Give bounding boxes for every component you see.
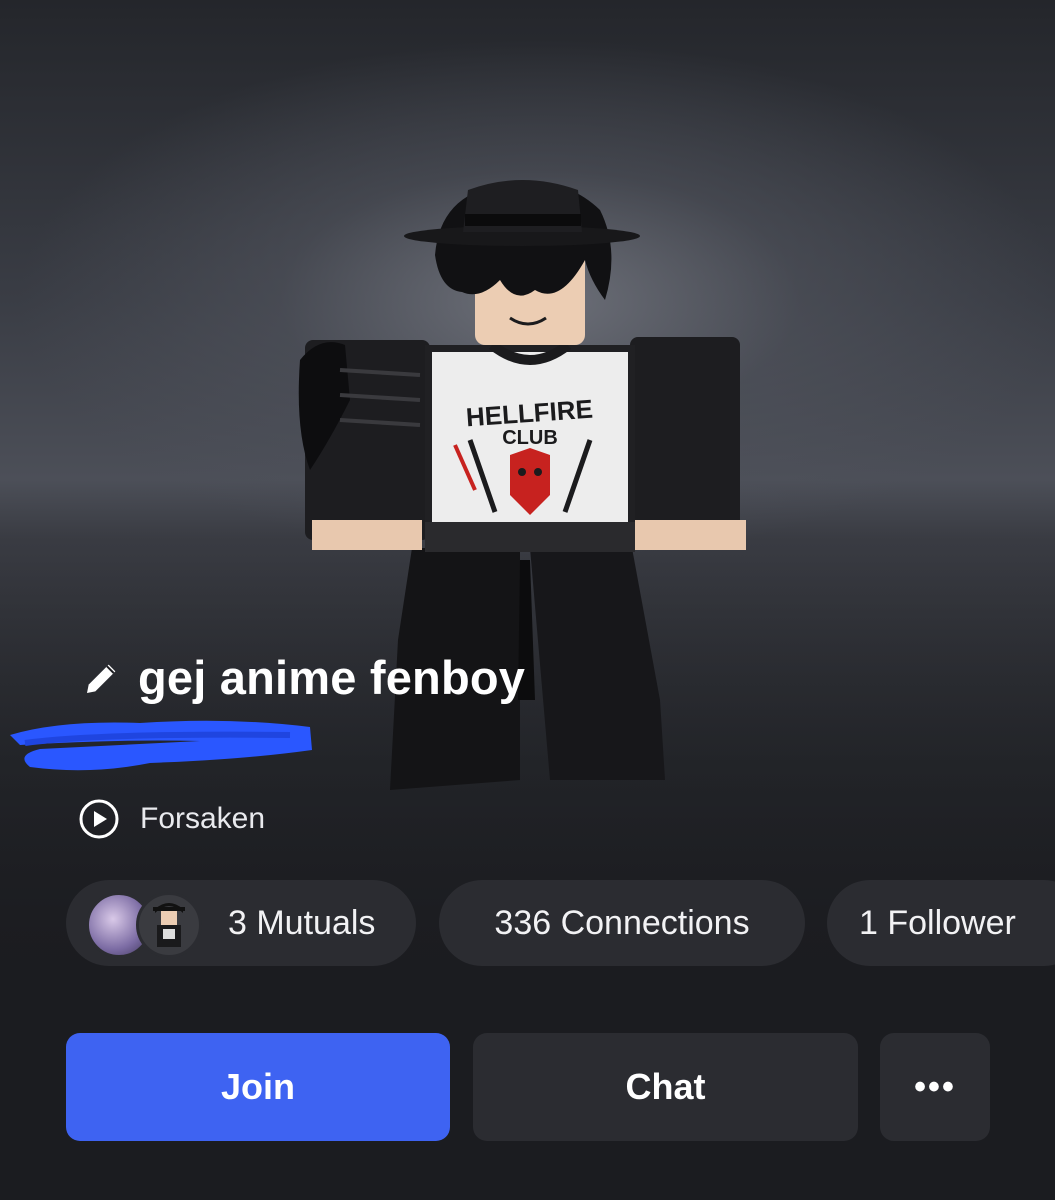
game-name: Forsaken — [140, 802, 266, 835]
followers-count: 1 Follower — [859, 903, 1016, 942]
connections-pill[interactable]: 336 Connections — [439, 880, 805, 966]
connections-count: 336 Connections — [494, 903, 750, 942]
mutuals-count: 3 Mutuals — [228, 903, 376, 942]
avatar-right-arm — [628, 337, 746, 550]
mutual-avatars — [86, 880, 216, 966]
avatar-torso: HELLFIRE CLUB — [425, 340, 635, 552]
mutual-avatar — [136, 892, 202, 958]
join-button[interactable]: Join — [66, 1033, 450, 1141]
shirt-print-subtitle: CLUB — [502, 427, 558, 449]
mutuals-pill[interactable]: 3 Mutuals — [66, 880, 416, 966]
chat-button[interactable]: Chat — [473, 1033, 858, 1141]
redacted-username-scribble — [10, 720, 312, 771]
display-name-row: gej anime fenboy — [80, 650, 525, 705]
display-name: gej anime fenboy — [138, 651, 526, 704]
edit-pencil-icon[interactable] — [80, 656, 124, 700]
avatar-left-arm — [298, 340, 430, 550]
followers-pill[interactable]: 1 Follower — [827, 880, 1055, 966]
play-circle-icon — [79, 799, 119, 839]
presence-row[interactable]: Forsaken — [78, 798, 265, 840]
more-options-button[interactable]: ••• — [880, 1033, 990, 1141]
avatar-head — [404, 180, 640, 345]
